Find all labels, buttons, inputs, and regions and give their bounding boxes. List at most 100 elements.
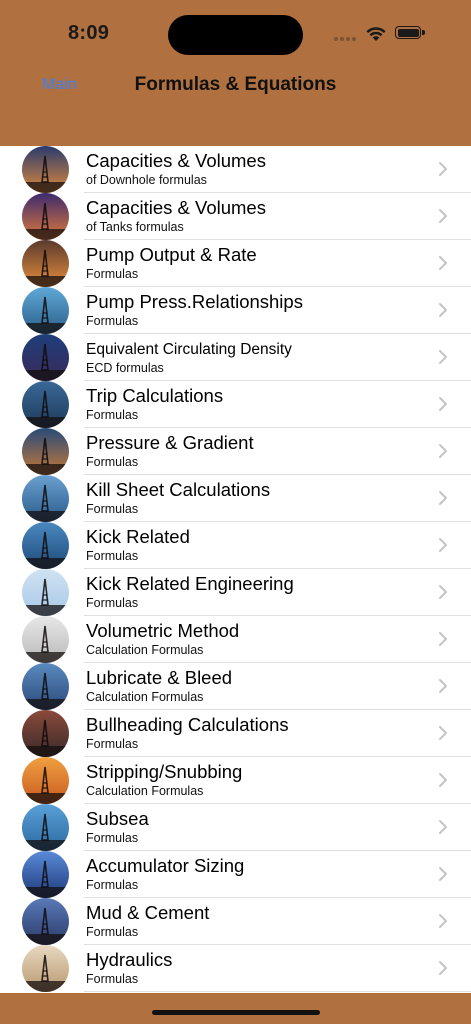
thumbnail-workers-silhouette-photo <box>22 851 69 898</box>
status-bar: 8:09 <box>0 0 471 62</box>
chevron-right-icon <box>438 960 448 976</box>
list-item[interactable]: Accumulator Sizing Formulas <box>0 851 471 898</box>
list-item-title: Kick Related <box>86 526 190 547</box>
list-item-title: Accumulator Sizing <box>86 855 245 876</box>
list-item[interactable]: Volumetric Method Calculation Formulas <box>0 616 471 663</box>
thumbnail-rig-night-photo <box>22 428 69 475</box>
list-item[interactable]: Subsea Formulas <box>0 804 471 851</box>
list-item-title: Stripping/Snubbing <box>86 761 243 782</box>
thumbnail-drillship-sea-photo <box>22 522 69 569</box>
list-item-title: Capacities & Volumes <box>86 150 266 171</box>
chevron-right-icon <box>438 161 448 177</box>
chevron-right-icon <box>438 208 448 224</box>
list-item[interactable]: Capacities & Volumes of Tanks formulas <box>0 193 471 240</box>
thumbnail-subsea-platform-photo <box>22 804 69 851</box>
chevron-right-icon <box>438 349 448 365</box>
thumbnail-land-rig-photo <box>22 569 69 616</box>
list-item-title: Kill Sheet Calculations <box>86 479 271 500</box>
list-item-subtitle: of Tanks formulas <box>86 220 184 234</box>
thumbnail-pumpjack-blue-photo <box>22 663 69 710</box>
list-item-subtitle: Calculation Formulas <box>86 643 204 657</box>
list-item-subtitle: Formulas <box>86 737 139 751</box>
list-item-subtitle: Calculation Formulas <box>86 690 204 704</box>
dynamic-island <box>168 15 303 55</box>
list-item-subtitle: Formulas <box>86 596 139 610</box>
chevron-right-icon <box>438 302 448 318</box>
list-item[interactable]: Kick Related Engineering Formulas <box>0 569 471 616</box>
list-item-title: Pressure & Gradient <box>86 432 254 453</box>
list-item-title: Hydraulics <box>86 949 173 970</box>
list-item[interactable]: Kick Related Formulas <box>0 522 471 569</box>
list-item-title: Pump Press.Relationships <box>86 291 303 312</box>
list-item-title: Volumetric Method <box>86 620 240 641</box>
formula-category-list: Capacities & Volumes of Downhole formulas… <box>0 146 471 993</box>
list-item[interactable]: Trip Calculations Formulas <box>0 381 471 428</box>
chevron-right-icon <box>438 443 448 459</box>
thumbnail-offshore-rig-photo <box>22 381 69 428</box>
list-item[interactable]: Pump Output & Rate Formulas <box>0 240 471 287</box>
list-item-title: Trip Calculations <box>86 385 224 406</box>
list-item-subtitle: Formulas <box>86 267 139 281</box>
chevron-right-icon <box>438 913 448 929</box>
list-item-subtitle: Formulas <box>86 455 139 469</box>
list-item-title: Capacities & Volumes <box>86 197 266 218</box>
chevron-right-icon <box>438 866 448 882</box>
list-item[interactable]: Bullheading Calculations Formulas <box>0 710 471 757</box>
list-item[interactable]: Stripping/Snubbing Calculation Formulas <box>0 757 471 804</box>
list-item-title: Kick Related Engineering <box>86 573 294 594</box>
list-item[interactable]: Pressure & Gradient Formulas <box>0 428 471 475</box>
list-item[interactable]: Lubricate & Bleed Calculation Formulas <box>0 663 471 710</box>
thumbnail-pumpjack-sunset-photo <box>22 757 69 804</box>
thumbnail-pumpjack-dusk-photo <box>22 710 69 757</box>
battery-icon <box>395 26 425 40</box>
thumbnail-drilling-rig-sunset-photo <box>22 146 69 193</box>
thumbnail-offshore-rig-dusk-photo <box>22 334 69 381</box>
list-item[interactable]: Mud & Cement Formulas <box>0 898 471 945</box>
chevron-right-icon <box>438 584 448 600</box>
chevron-right-icon <box>438 772 448 788</box>
chevron-right-icon <box>438 631 448 647</box>
list-item[interactable]: Hydraulics Formulas <box>0 945 471 992</box>
list-item-subtitle: Formulas <box>86 878 139 892</box>
list-item[interactable]: Equivalent Circulating Density ECD formul… <box>0 334 471 381</box>
thumbnail-wellhead-workers-photo <box>22 616 69 663</box>
list-item-subtitle: Formulas <box>86 972 139 986</box>
bottom-bar <box>0 993 471 1024</box>
navigation-bar: Main Formulas & Equations <box>0 62 471 146</box>
list-item-subtitle: Formulas <box>86 831 139 845</box>
cellular-signal-icon <box>334 36 358 42</box>
row-separator <box>84 991 471 992</box>
list-item-title: Bullheading Calculations <box>86 714 289 735</box>
chevron-right-icon <box>438 396 448 412</box>
list-item[interactable]: Kill Sheet Calculations Formulas <box>0 475 471 522</box>
list-item-title: Subsea <box>86 808 149 829</box>
status-time: 8:09 <box>68 22 110 44</box>
list-item-title: Pump Output & Rate <box>86 244 257 265</box>
list-item-title: Equivalent Circulating Density <box>86 341 292 358</box>
thumbnail-derrick-sunset-photo <box>22 240 69 287</box>
list-item[interactable]: Capacities & Volumes of Downhole formulas <box>0 146 471 193</box>
chevron-right-icon <box>438 678 448 694</box>
chevron-right-icon <box>438 537 448 553</box>
list-item-subtitle: ECD formulas <box>86 361 164 375</box>
list-item-subtitle: Formulas <box>86 408 139 422</box>
list-item-subtitle: Calculation Formulas <box>86 784 204 798</box>
chevron-right-icon <box>438 725 448 741</box>
list-item-subtitle: Formulas <box>86 925 139 939</box>
home-indicator[interactable] <box>152 1010 320 1015</box>
list-item-title: Lubricate & Bleed <box>86 667 233 688</box>
thumbnail-offshore-platform-photo <box>22 287 69 334</box>
list-item-subtitle: of Downhole formulas <box>86 173 207 187</box>
thumbnail-drillship-photo <box>22 475 69 522</box>
thumbnail-worker-derrick-silhouette-photo <box>22 193 69 240</box>
page-title: Formulas & Equations <box>134 74 337 95</box>
list-item-subtitle: Formulas <box>86 549 139 563</box>
list-item-subtitle: Formulas <box>86 314 139 328</box>
thumbnail-pumpjack-hazy-photo <box>22 945 69 992</box>
list-item-subtitle: Formulas <box>86 502 139 516</box>
list-item-title: Mud & Cement <box>86 902 210 923</box>
wifi-icon <box>364 24 388 42</box>
thumbnail-pumpjack-workers-photo <box>22 898 69 945</box>
chevron-right-icon <box>438 490 448 506</box>
list-item[interactable]: Pump Press.Relationships Formulas <box>0 287 471 334</box>
